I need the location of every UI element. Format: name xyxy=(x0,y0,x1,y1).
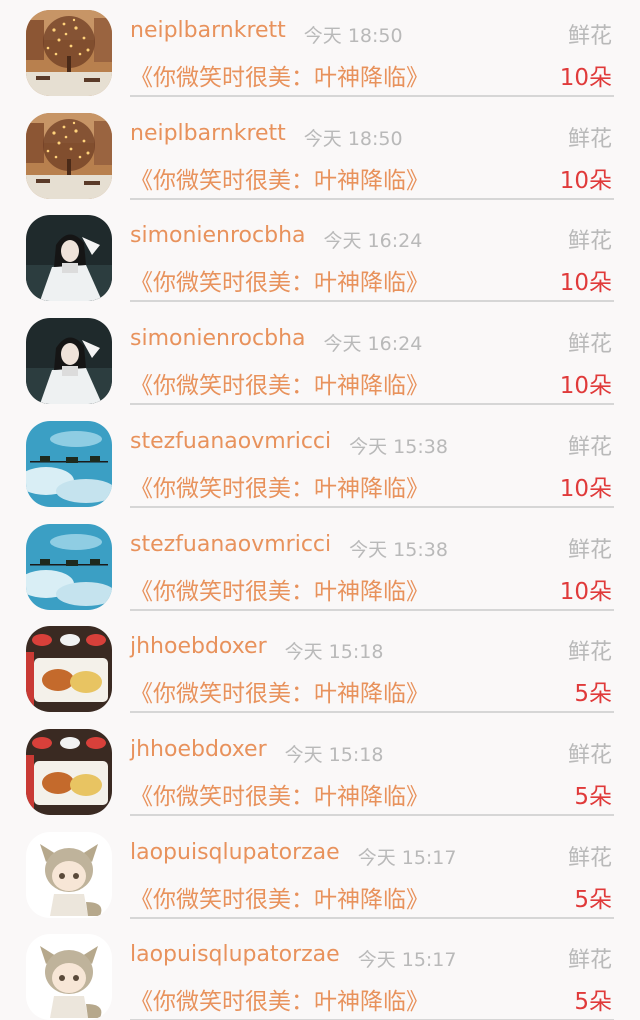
gift-record-row[interactable]: simonienrocbha 今天 16:24 鲜花《你微笑时很美：叶神降临》 10朵 xyxy=(0,205,640,308)
username[interactable]: jhhoebdoxer xyxy=(130,634,267,659)
gift-time: 今天 18:50 xyxy=(303,25,403,47)
gift-time: 今天 15:18 xyxy=(284,641,384,664)
gift-count: 10朵 xyxy=(559,65,612,91)
gift-record-row[interactable]: jhhoebdoxer 今天 15:18 鲜花《你微笑时很美：叶神降临》 5朵 xyxy=(0,616,640,719)
username[interactable]: neiplbarnkrett xyxy=(130,18,286,43)
username[interactable]: laopuisqlupatorzae xyxy=(130,942,340,967)
avatar-sky-image xyxy=(26,523,112,610)
user-avatar[interactable] xyxy=(26,934,112,1020)
gift-record-row[interactable]: laopuisqlupatorzae 今天 15:17 鲜花《你微笑时很美：叶神降临… xyxy=(0,924,640,1020)
gift-record-row[interactable]: simonienrocbha 今天 16:24 鲜花《你微笑时很美：叶神降临》 10朵 xyxy=(0,308,640,411)
username[interactable]: simonienrocbha xyxy=(130,326,306,351)
book-title[interactable]: 《你微笑时很美：叶神降临》 xyxy=(130,880,429,914)
gift-type-label: 鲜花 xyxy=(567,537,612,563)
gift-time: 今天 16:24 xyxy=(323,230,423,253)
gift-type-label: 鲜花 xyxy=(567,229,612,255)
gift-record-row[interactable]: stezfuanaovmricci 今天 15:38 鲜花《你微笑时很美：叶神降临》… xyxy=(0,411,640,514)
gift-time: 今天 15:17 xyxy=(357,846,457,869)
user-avatar[interactable] xyxy=(26,10,112,96)
user-avatar[interactable] xyxy=(26,523,112,610)
row-divider xyxy=(130,711,614,714)
gift-record-row[interactable]: stezfuanaovmricci 今天 15:38 鲜花《你微笑时很美：叶神降临》… xyxy=(0,514,640,617)
gift-type-label: 鲜花 xyxy=(567,742,612,768)
avatar-doll-image xyxy=(26,318,112,405)
username[interactable]: jhhoebdoxer xyxy=(130,737,267,762)
row-divider xyxy=(130,916,614,919)
gift-record-row[interactable]: neiplbarnkrett 今天 18:50 鲜花《你微笑时很美：叶神降临》 10朵 xyxy=(0,0,640,103)
book-title[interactable]: 《你微笑时很美：叶神降临》 xyxy=(130,674,429,708)
book-title[interactable]: 《你微笑时很美：叶神降临》 xyxy=(130,777,429,811)
gift-count: 10朵 xyxy=(559,373,612,400)
avatar-meal-image xyxy=(26,626,112,713)
book-title[interactable]: 《你微笑时很美：叶神降临》 xyxy=(130,469,429,503)
book-title[interactable]: 《你微笑时很美：叶神降临》 xyxy=(130,366,429,400)
row-divider xyxy=(130,197,614,200)
username[interactable]: neiplbarnkrett xyxy=(130,121,286,146)
gift-time: 今天 15:38 xyxy=(349,538,448,561)
gift-record-row[interactable]: laopuisqlupatorzae 今天 15:17 鲜花《你微笑时很美：叶神降临… xyxy=(0,822,640,925)
gift-record-row[interactable]: jhhoebdoxer 今天 15:18 鲜花《你微笑时很美：叶神降临》 5朵 xyxy=(0,719,640,822)
row-divider xyxy=(130,95,614,97)
book-title[interactable]: 《你微笑时很美：叶神降临》 xyxy=(130,572,429,606)
username[interactable]: simonienrocbha xyxy=(130,223,306,248)
user-avatar[interactable] xyxy=(26,318,112,405)
user-avatar[interactable] xyxy=(26,728,112,815)
avatar-tree-lights-image xyxy=(26,10,112,96)
book-title[interactable]: 《你微笑时很美：叶神降临》 xyxy=(130,58,429,92)
row-divider xyxy=(130,608,614,611)
gift-record-row[interactable]: neiplbarnkrett 今天 18:50 鲜花《你微笑时很美：叶神降临》 10朵 xyxy=(0,103,640,206)
avatar-tree-lights-image xyxy=(26,112,112,199)
gift-type-label: 鲜花 xyxy=(567,434,612,460)
gift-type-label: 鲜花 xyxy=(567,126,612,152)
book-title[interactable]: 《你微笑时很美：叶神降临》 xyxy=(130,161,429,195)
gift-type-label: 鲜花 xyxy=(567,845,612,871)
gift-count: 10朵 xyxy=(559,167,612,194)
avatar-anime-fox-image xyxy=(26,831,112,918)
gift-record-list: neiplbarnkrett 今天 18:50 鲜花 《你微笑时很美：叶神降临》 10朵… xyxy=(0,0,640,1020)
avatar-anime-fox-image xyxy=(26,934,112,1020)
gift-count: 5朵 xyxy=(574,783,612,810)
gift-time: 今天 15:18 xyxy=(284,743,384,766)
gift-time: 今天 15:38 xyxy=(349,435,448,458)
username[interactable]: stezfuanaovmricci xyxy=(130,532,331,557)
user-avatar[interactable] xyxy=(26,215,112,302)
gift-time: 今天 15:17 xyxy=(357,949,457,972)
gift-type-label: 鲜花 xyxy=(567,332,612,358)
avatar-doll-image xyxy=(26,215,112,302)
user-avatar[interactable] xyxy=(26,831,112,918)
avatar-meal-image xyxy=(26,728,112,815)
book-title[interactable]: 《你微笑时很美：叶神降临》 xyxy=(130,263,429,297)
gift-type-label: 鲜花 xyxy=(567,948,612,974)
gift-type-label: 鲜花 xyxy=(567,640,612,666)
gift-count: 10朵 xyxy=(559,270,612,297)
row-divider xyxy=(130,300,614,303)
gift-time: 今天 16:24 xyxy=(323,333,423,356)
gift-count: 10朵 xyxy=(559,578,612,605)
avatar-sky-image xyxy=(26,420,112,507)
row-divider xyxy=(130,813,614,816)
gift-count: 10朵 xyxy=(559,475,612,502)
username[interactable]: laopuisqlupatorzae xyxy=(130,840,340,865)
gift-count: 5朵 xyxy=(574,886,612,913)
gift-time: 今天 18:50 xyxy=(303,127,403,150)
gift-count: 5朵 xyxy=(574,681,612,708)
user-avatar[interactable] xyxy=(26,420,112,507)
gift-type-label: 鲜花 xyxy=(567,24,612,49)
row-divider xyxy=(130,403,614,406)
gift-count: 5朵 xyxy=(574,989,612,1016)
row-divider xyxy=(130,505,614,508)
book-title[interactable]: 《你微笑时很美：叶神降临》 xyxy=(130,982,429,1016)
username[interactable]: stezfuanaovmricci xyxy=(130,429,331,454)
user-avatar[interactable] xyxy=(26,112,112,199)
user-avatar[interactable] xyxy=(26,626,112,713)
